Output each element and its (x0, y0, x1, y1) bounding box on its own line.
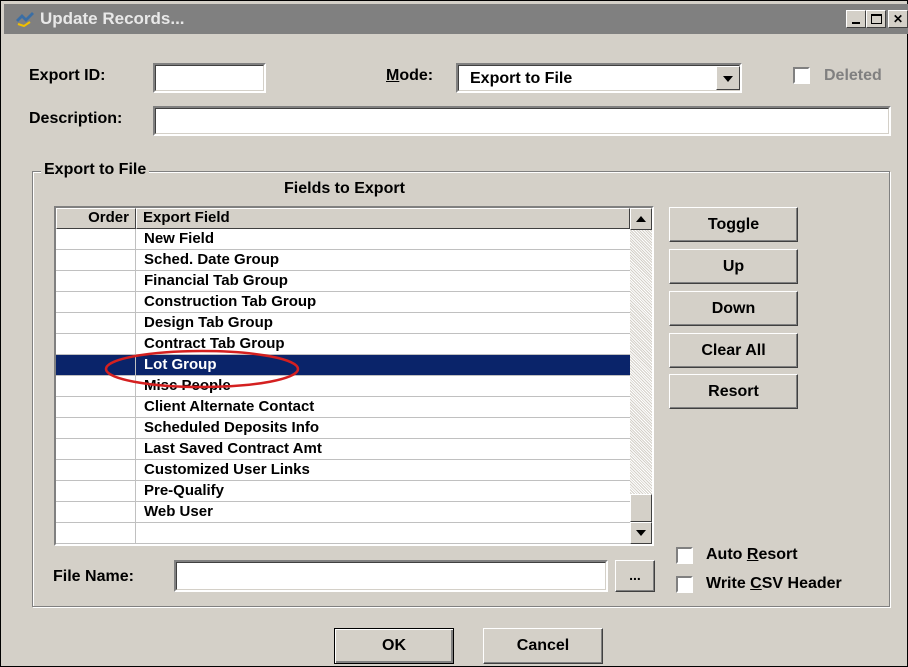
maximize-icon (870, 14, 882, 24)
title-bar[interactable]: Update Records... ✕ (4, 4, 908, 34)
row-export-field: Pre-Qualify (136, 481, 630, 502)
row-export-field: Sched. Date Group (136, 250, 630, 271)
write-csv-header-checkbox[interactable] (676, 576, 693, 593)
mode-select[interactable]: Export to File (456, 63, 742, 93)
vertical-scrollbar[interactable] (630, 208, 652, 544)
row-order (56, 397, 136, 418)
arrow-up-icon (636, 216, 646, 222)
update-records-window: Update Records... ✕ Export ID: Mode: Exp… (0, 0, 908, 667)
row-export-field (136, 523, 630, 544)
column-header-order[interactable]: Order (56, 208, 136, 229)
description-input[interactable] (153, 106, 891, 136)
list-row[interactable]: Construction Tab Group (56, 292, 630, 313)
auto-resort-checkbox[interactable] (676, 547, 693, 564)
toggle-button[interactable]: Toggle (669, 207, 798, 242)
close-button[interactable]: ✕ (888, 10, 908, 28)
row-export-field: Construction Tab Group (136, 292, 630, 313)
list-row[interactable] (56, 523, 630, 544)
list-row[interactable]: Web User (56, 502, 630, 523)
auto-resort-label: Auto Resort (706, 546, 798, 563)
scroll-up-button[interactable] (630, 208, 652, 230)
row-order (56, 271, 136, 292)
annotation-circle (104, 349, 300, 389)
scroll-down-button[interactable] (630, 522, 652, 544)
row-order (56, 250, 136, 271)
list-header: Order Export Field (56, 208, 630, 229)
list-row[interactable]: Financial Tab Group (56, 271, 630, 292)
ok-button[interactable]: OK (334, 628, 454, 664)
file-name-label: File Name: (53, 568, 134, 585)
mode-select-value: Export to File (470, 70, 573, 87)
minimize-button[interactable] (846, 10, 866, 28)
description-label: Description: (29, 110, 123, 127)
resort-button[interactable]: Resort (669, 374, 798, 409)
row-order (56, 481, 136, 502)
file-name-input[interactable] (174, 560, 608, 592)
row-order (56, 418, 136, 439)
row-export-field: New Field (136, 229, 630, 250)
scroll-thumb[interactable] (630, 494, 652, 522)
minimize-icon (852, 22, 860, 24)
export-id-input[interactable] (153, 63, 266, 93)
list-row[interactable]: Customized User Links (56, 460, 630, 481)
row-order (56, 460, 136, 481)
row-export-field: Web User (136, 502, 630, 523)
clear-all-button[interactable]: Clear All (669, 333, 798, 368)
window-title: Update Records... (40, 9, 185, 28)
list-row[interactable]: Design Tab Group (56, 313, 630, 334)
arrow-down-icon (636, 530, 646, 536)
export-id-label: Export ID: (29, 67, 106, 84)
row-export-field: Customized User Links (136, 460, 630, 481)
deleted-label: Deleted (824, 67, 882, 84)
list-row[interactable]: Sched. Date Group (56, 250, 630, 271)
down-button[interactable]: Down (669, 291, 798, 326)
row-export-field: Last Saved Contract Amt (136, 439, 630, 460)
row-order (56, 439, 136, 460)
chevron-down-icon (723, 76, 733, 82)
list-row[interactable]: New Field (56, 229, 630, 250)
row-order (56, 313, 136, 334)
list-row[interactable]: Scheduled Deposits Info (56, 418, 630, 439)
row-order (56, 523, 136, 544)
mode-label: Mode: (386, 67, 434, 84)
group-title: Export to File (41, 161, 150, 179)
up-button[interactable]: Up (669, 249, 798, 284)
fields-to-export-title: Fields to Export (284, 180, 405, 197)
close-icon: ✕ (892, 12, 904, 26)
row-order (56, 292, 136, 313)
column-header-export-field[interactable]: Export Field (136, 208, 630, 229)
maximize-button[interactable] (866, 10, 886, 28)
browse-button[interactable]: ... (615, 560, 655, 592)
list-row[interactable]: Last Saved Contract Amt (56, 439, 630, 460)
list-row[interactable]: Client Alternate Contact (56, 397, 630, 418)
cancel-button[interactable]: Cancel (483, 628, 603, 664)
list-row[interactable]: Pre-Qualify (56, 481, 630, 502)
row-order (56, 502, 136, 523)
app-icon (16, 12, 34, 28)
row-export-field: Design Tab Group (136, 313, 630, 334)
mode-dropdown-button[interactable] (716, 66, 740, 90)
row-order (56, 229, 136, 250)
deleted-checkbox[interactable] (793, 67, 810, 84)
write-csv-header-label: Write CSV Header (706, 575, 842, 592)
row-export-field: Client Alternate Contact (136, 397, 630, 418)
row-export-field: Financial Tab Group (136, 271, 630, 292)
row-export-field: Scheduled Deposits Info (136, 418, 630, 439)
